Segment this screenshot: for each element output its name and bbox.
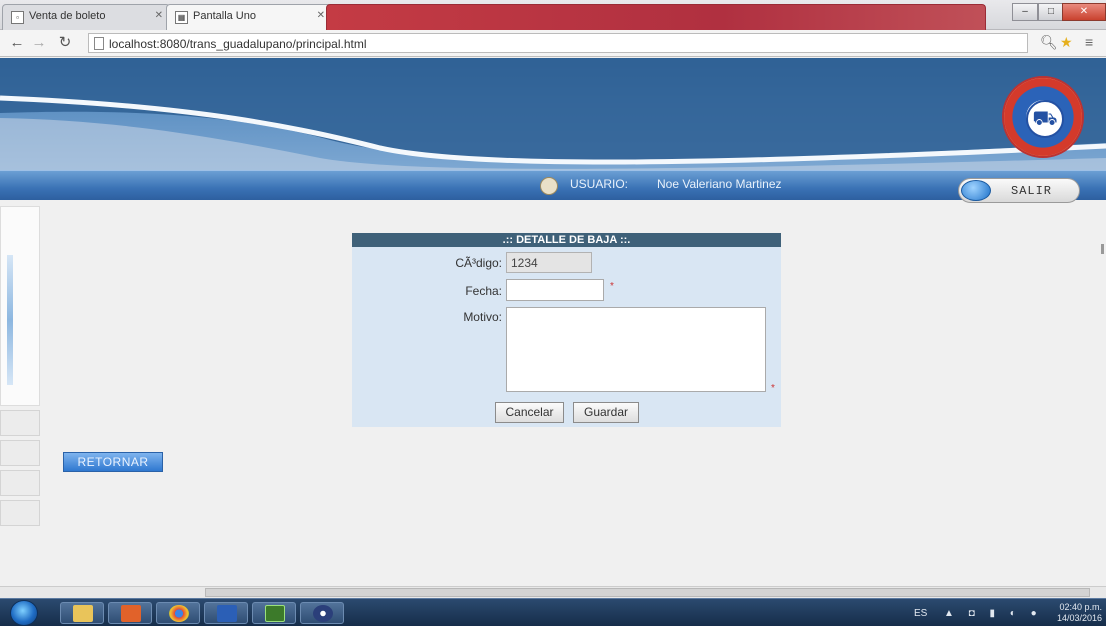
menu-icon[interactable]: ≡ [1085, 34, 1093, 50]
media-player-icon[interactable] [108, 602, 152, 624]
back-icon[interactable]: ← [8, 34, 26, 52]
tab-title: Venta de boleto [29, 10, 106, 22]
side-menu-item[interactable] [0, 440, 40, 466]
chrome-icon[interactable] [156, 602, 200, 624]
fecha-label: Fecha: [465, 284, 502, 298]
user-icon [540, 177, 558, 195]
bookmark-star-icon[interactable]: ★ [1060, 34, 1073, 51]
reload-icon[interactable]: ↻ [56, 34, 74, 52]
language-indicator[interactable]: ES [914, 608, 927, 619]
logout-button[interactable]: SALIR [958, 178, 1080, 203]
clock[interactable]: 02:40 p.m. 14/03/2016 [1052, 602, 1102, 624]
side-menu-item[interactable] [0, 470, 40, 496]
close-window-button[interactable]: ✕ [1062, 3, 1106, 21]
horizontal-scrollbar[interactable] [0, 586, 1106, 598]
tab-title: Pantalla Uno [193, 10, 256, 22]
motivo-label: Motivo: [463, 310, 502, 324]
side-panel-stripe [7, 255, 13, 385]
minimize-button[interactable]: – [1012, 3, 1038, 21]
tab-venta-de-boleto[interactable]: ▫ Venta de boleto ✕ [2, 4, 170, 30]
logout-icon [961, 180, 991, 201]
zoom-icon[interactable]: 🔍︎ [1040, 34, 1058, 51]
clock-time: 02:40 p.m. [1059, 602, 1102, 612]
save-button[interactable]: Guardar [573, 402, 639, 423]
browser-tab-strip: ▫ Venta de boleto ✕ ▦ Pantalla Uno ✕ – □… [0, 0, 1106, 30]
tab-pantalla-uno[interactable]: ▦ Pantalla Uno ✕ [166, 4, 332, 30]
page-icon [94, 37, 104, 50]
user-name: Noe Valeriano Martinez [657, 177, 782, 191]
maximize-button[interactable]: □ [1038, 3, 1064, 21]
header-banner: ⛟ [0, 58, 1106, 173]
url-text: localhost:8080/trans_guadalupano/princip… [109, 37, 367, 51]
required-mark: * [610, 281, 614, 292]
explorer-icon[interactable] [60, 602, 104, 624]
side-menu-item[interactable] [0, 500, 40, 526]
close-tab-icon[interactable]: ✕ [317, 10, 325, 21]
user-label: USUARIO: [570, 177, 629, 191]
fecha-field[interactable] [506, 279, 604, 301]
codigo-label: CÃ³digo: [455, 256, 502, 270]
page-icon: ▦ [175, 11, 188, 24]
browser-toolbar: ← → ↻ localhost:8080/trans_guadalupano/p… [0, 30, 1106, 57]
page-icon: ▫ [11, 11, 24, 24]
side-panel [0, 206, 40, 406]
company-logo: ⛟ [1002, 76, 1084, 158]
tab-background-window[interactable] [326, 4, 986, 30]
form-title: .:: DETALLE DE BAJA ::. [352, 233, 781, 247]
vertical-scroll-indicator [1101, 244, 1104, 254]
address-bar[interactable]: localhost:8080/trans_guadalupano/princip… [88, 33, 1028, 53]
close-tab-icon[interactable]: ✕ [155, 10, 163, 21]
scrollbar-thumb[interactable] [205, 588, 1090, 597]
eclipse-icon[interactable] [300, 602, 344, 624]
dreamweaver-icon[interactable] [252, 602, 296, 624]
forward-icon[interactable]: → [30, 34, 48, 52]
side-menu-item[interactable] [0, 410, 40, 436]
logout-label: SALIR [1011, 184, 1053, 198]
required-mark: * [771, 383, 775, 394]
motivo-textarea[interactable] [506, 307, 766, 392]
start-button[interactable] [10, 600, 38, 626]
windows-taskbar: ES ▲ ◘ ▮ ◐ ● 02:40 p.m. 14/03/2016 [0, 598, 1106, 626]
return-button[interactable]: RETORNAR [63, 452, 163, 472]
tray-icons[interactable]: ▲ ◘ ▮ ◐ ● [944, 608, 1043, 619]
bus-emblem-icon: ⛟ [1026, 100, 1064, 138]
baja-detail-form: .:: DETALLE DE BAJA ::. CÃ³digo: 1234 Fe… [352, 233, 781, 427]
banner-wave-graphic [0, 58, 1106, 173]
user-bar: USUARIO: Noe Valeriano Martinez SALIR [0, 170, 1106, 203]
clock-date: 14/03/2016 [1056, 613, 1102, 623]
cancel-button[interactable]: Cancelar [495, 402, 564, 423]
codigo-field[interactable]: 1234 [506, 252, 592, 273]
word-icon[interactable] [204, 602, 248, 624]
